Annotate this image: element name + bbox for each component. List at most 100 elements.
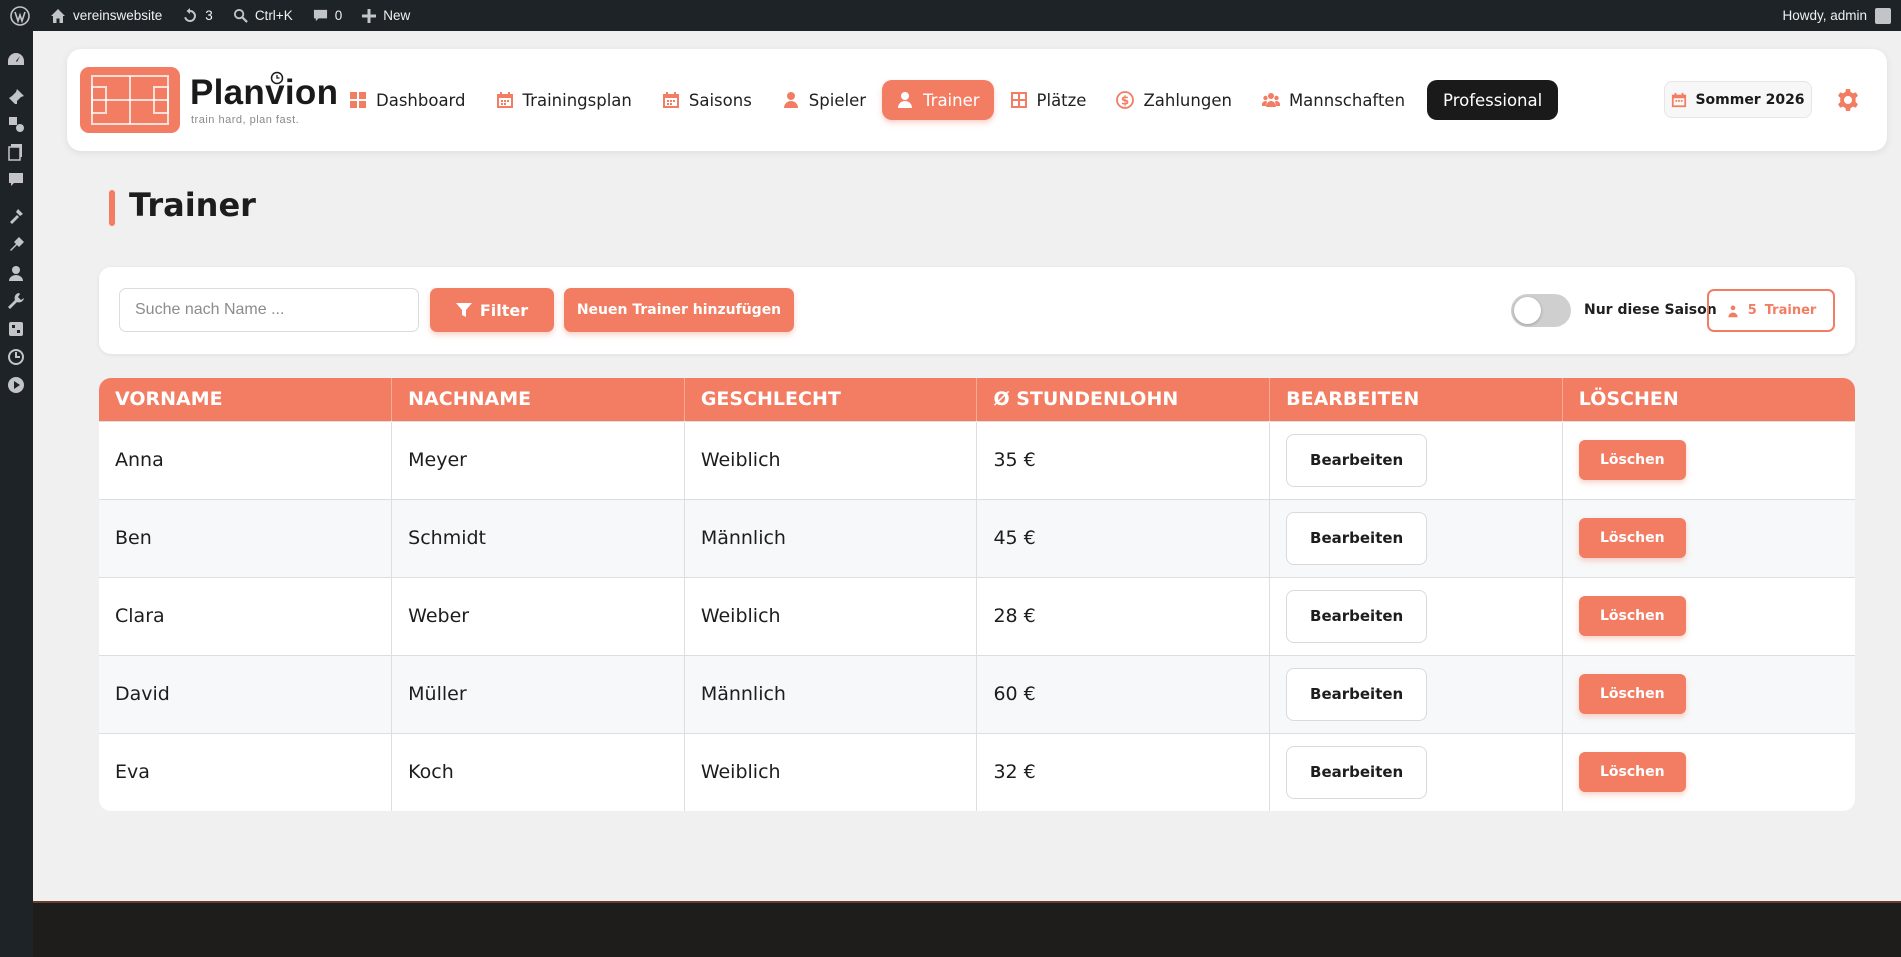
brand-tagline: train hard, plan fast. (191, 114, 300, 126)
home-icon (51, 8, 65, 23)
filter-icon (455, 303, 472, 317)
updates-count: 3 (205, 8, 213, 23)
wordpress-logo-icon[interactable] (0, 0, 40, 31)
season-label: Sommer 2026 (1695, 91, 1805, 108)
nav-item-label: Dashboard (376, 90, 466, 110)
updates-link[interactable]: 3 (172, 0, 223, 31)
last-name-cell: Koch (391, 733, 685, 811)
filter-button[interactable]: Filter (430, 288, 554, 332)
account-menu[interactable]: Howdy, admin (1782, 7, 1901, 24)
users-icon[interactable] (7, 264, 25, 282)
first-name-cell: Ben (99, 499, 393, 577)
search-input[interactable] (119, 288, 419, 332)
professional-button[interactable]: Professional (1427, 80, 1559, 120)
appearance-icon[interactable] (7, 207, 25, 225)
nav-item-label: Mannschaften (1288, 90, 1406, 110)
wage-cell: 32 € (976, 733, 1271, 811)
delete-cell: Löschen (1562, 577, 1855, 655)
nav-item-saisons[interactable]: Saisons (648, 80, 766, 120)
logo-icon[interactable] (80, 67, 180, 133)
table-row: David Müller Männlich 60 € Bearbeiten Lö… (99, 655, 1855, 733)
count-value: 5 (1747, 303, 1757, 318)
wage-cell: 28 € (976, 577, 1271, 655)
season-only-toggle[interactable] (1511, 294, 1571, 327)
table-header-row: VORNAME NACHNAME GESCHLECHT Ø STUNDENLOH… (99, 378, 1855, 421)
nav-item-label: Zahlungen (1143, 90, 1232, 110)
toolbar: Filter Neuen Trainer hinzufügen Nur dies… (99, 267, 1855, 354)
toggle-knob (1514, 297, 1541, 324)
team-icon (1728, 305, 1738, 317)
greeting: Howdy, admin (1782, 8, 1867, 23)
edit-button[interactable]: Bearbeiten (1286, 511, 1428, 565)
tools-icon[interactable] (7, 292, 25, 310)
comments-count: 0 (334, 8, 343, 23)
nav-item-label: Trainingsplan (522, 90, 632, 110)
add-trainer-button[interactable]: Neuen Trainer hinzufügen (564, 288, 794, 332)
nav-item-trainingsplan[interactable]: Trainingsplan (482, 80, 646, 120)
brand-clock-icon (270, 71, 284, 85)
pin-icon[interactable] (7, 88, 25, 106)
first-name-cell: David (99, 655, 393, 733)
gender-cell: Männlich (684, 655, 978, 733)
pages-icon[interactable] (7, 143, 25, 161)
comments-link[interactable]: 0 (303, 0, 353, 31)
dashboard-icon[interactable] (7, 51, 25, 69)
table-row: Clara Weber Weiblich 28 € Bearbeiten Lös… (99, 577, 1855, 655)
delete-button[interactable]: Löschen (1578, 752, 1686, 793)
nav-item-plaetze[interactable]: Plätze (996, 80, 1101, 120)
calendar-icon (496, 92, 513, 108)
nav-item-label: Trainer (923, 90, 980, 110)
column-header: NACHNAME (391, 378, 685, 421)
delete-button[interactable]: Löschen (1578, 674, 1686, 714)
delete-button[interactable]: Löschen (1578, 596, 1686, 636)
site-name-link[interactable]: vereinswebsite (40, 0, 172, 31)
calendar-icon (1672, 92, 1687, 107)
column-header: BEARBEITEN (1269, 378, 1563, 421)
comments-icon[interactable] (7, 171, 25, 189)
first-name-cell: Eva (99, 733, 393, 811)
admin-bar: vereinswebsite 3 Ctrl+K 0 New Howdy, adm… (0, 0, 1901, 31)
gender-cell: Weiblich (684, 733, 978, 811)
delete-button[interactable]: Löschen (1578, 518, 1686, 558)
edit-cell: Bearbeiten (1269, 655, 1563, 733)
team-icon (1261, 93, 1280, 107)
brand-name: Planvion (190, 73, 339, 112)
wage-cell: 60 € (976, 655, 1271, 733)
season-selector[interactable]: Sommer 2026 (1664, 81, 1812, 118)
media-icon[interactable] (7, 115, 25, 133)
nav-item-dashboard[interactable]: Dashboard (335, 80, 480, 120)
user-icon (783, 92, 798, 108)
table-row: Eva Koch Weiblich 32 € Bearbeiten Lösche… (99, 733, 1855, 811)
trainer-table: VORNAME NACHNAME GESCHLECHT Ø STUNDENLOH… (99, 378, 1855, 811)
settings-icon[interactable] (7, 320, 25, 338)
nav-item-trainer[interactable]: Trainer (882, 80, 994, 120)
clock-icon[interactable] (7, 348, 25, 366)
main-nav: Dashboard Trainingsplan Saisons Spieler … (335, 79, 1560, 121)
title-accent-bar (109, 190, 115, 226)
nav-item-spieler[interactable]: Spieler (768, 80, 880, 120)
search-icon (233, 8, 248, 23)
toggle-label: Nur diese Saison (1584, 302, 1717, 318)
edit-button[interactable]: Bearbeiten (1286, 745, 1428, 799)
edit-button[interactable]: Bearbeiten (1286, 589, 1428, 643)
delete-button[interactable]: Löschen (1578, 440, 1686, 480)
nav-item-zahlungen[interactable]: $ Zahlungen (1102, 80, 1245, 120)
edit-button[interactable]: Bearbeiten (1286, 667, 1428, 721)
count-label: Trainer (1764, 303, 1817, 318)
play-icon[interactable] (7, 376, 25, 394)
column-header: Ø STUNDENLOHN (976, 378, 1271, 421)
gear-icon[interactable] (1836, 88, 1860, 112)
last-name-cell: Müller (391, 655, 685, 733)
app-header: Planvion train hard, plan fast. Dashboar… (67, 49, 1887, 151)
search-shortcut[interactable]: Ctrl+K (223, 0, 303, 31)
user-icon (898, 92, 912, 108)
avatar (1875, 7, 1891, 24)
column-header: GESCHLECHT (684, 378, 978, 421)
plugins-icon[interactable] (7, 236, 25, 254)
first-name-cell: Anna (99, 421, 393, 499)
nav-item-label: Spieler (808, 90, 866, 110)
nav-item-mannschaften[interactable]: Mannschaften (1248, 80, 1419, 120)
edit-button[interactable]: Bearbeiten (1286, 433, 1428, 487)
delete-cell: Löschen (1562, 733, 1855, 811)
new-content-link[interactable]: New (352, 0, 420, 31)
